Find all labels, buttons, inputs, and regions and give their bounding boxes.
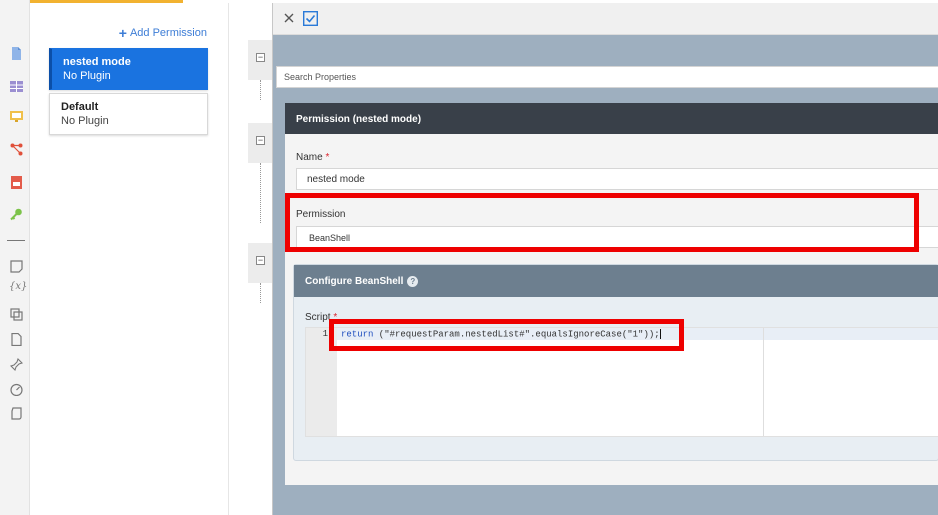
code-keyword: return [341,329,374,340]
script-field-label: Script * [305,312,337,323]
code-expression: ("#requestParam.nestedList#".equalsIgnor… [373,329,660,340]
key-icon[interactable] [10,208,23,221]
page-icon[interactable] [10,333,23,346]
collapse-toggle-icon[interactable]: − [256,53,265,62]
report-icon[interactable] [10,176,23,189]
permission-item-plugin: No Plugin [61,115,109,127]
tree-connector [260,80,261,100]
left-icon-rail: {x} [0,0,30,515]
permission-item-name: nested mode [63,56,131,68]
permission-select[interactable]: BeanShell [296,226,938,248]
permission-item-name: Default [61,101,99,113]
permission-item-plugin: No Plugin [63,70,111,82]
tree-area: − − − [230,3,278,515]
line-number: 1 [322,329,328,339]
script-editor[interactable]: 1 return ("#requestParam.nestedList#".eq… [305,327,938,437]
plus-icon: + [118,25,127,41]
configure-beanshell-section: Configure BeanShell ? Script * 1 return … [293,264,938,461]
search-properties-input[interactable] [276,66,938,88]
section-title: Permission (nested mode) [285,103,938,134]
table-icon[interactable] [10,80,23,93]
required-marker: * [325,152,330,163]
name-field-label: Name * [296,152,329,163]
collapse-toggle-icon[interactable]: − [256,136,265,145]
configure-header: Configure BeanShell ? [294,265,938,297]
variable-icon[interactable]: {x} [9,281,27,294]
permission-item-default[interactable]: Default No Plugin [49,93,208,135]
note-icon[interactable] [10,260,23,273]
permission-list-panel: + Add Permission nested mode No Plugin D… [30,3,229,515]
properties-toolbar [273,3,938,35]
print-margin [763,328,764,436]
log-icon[interactable] [10,407,23,420]
close-icon[interactable] [282,11,296,25]
monitor-icon[interactable] [10,110,23,123]
add-permission-button[interactable]: + Add Permission [118,25,207,41]
required-marker: * [333,312,338,323]
configure-title: Configure BeanShell [305,276,404,287]
collapse-toggle-icon[interactable]: − [256,256,265,265]
workflow-icon[interactable] [10,143,23,156]
pin-icon[interactable] [10,358,23,371]
rail-divider [7,240,25,241]
tree-connector [260,163,261,223]
permission-section: Permission (nested mode) Name * nested m… [285,103,938,485]
plugin-icon[interactable] [10,308,23,321]
name-label-text: Name [296,152,323,163]
permission-field-label: Permission [296,209,346,220]
script-code-line[interactable]: return ("#requestParam.nestedList#".equa… [341,329,661,339]
help-icon[interactable]: ? [407,276,419,287]
apply-checkbox-icon[interactable] [303,11,318,26]
gauge-icon[interactable] [10,383,23,396]
script-label-text: Script [305,312,331,323]
name-field[interactable]: nested mode [296,168,938,190]
document-icon[interactable] [10,47,23,60]
text-cursor [659,329,661,339]
permission-item-nested-mode[interactable]: nested mode No Plugin [49,48,208,90]
properties-panel: Permission (nested mode) Name * nested m… [272,3,938,515]
line-number-gutter: 1 [306,328,337,436]
app-root: {x} + Add Permission nested mode No Plug… [0,0,938,515]
add-permission-label: Add Permission [129,27,207,39]
tree-connector [260,283,261,303]
